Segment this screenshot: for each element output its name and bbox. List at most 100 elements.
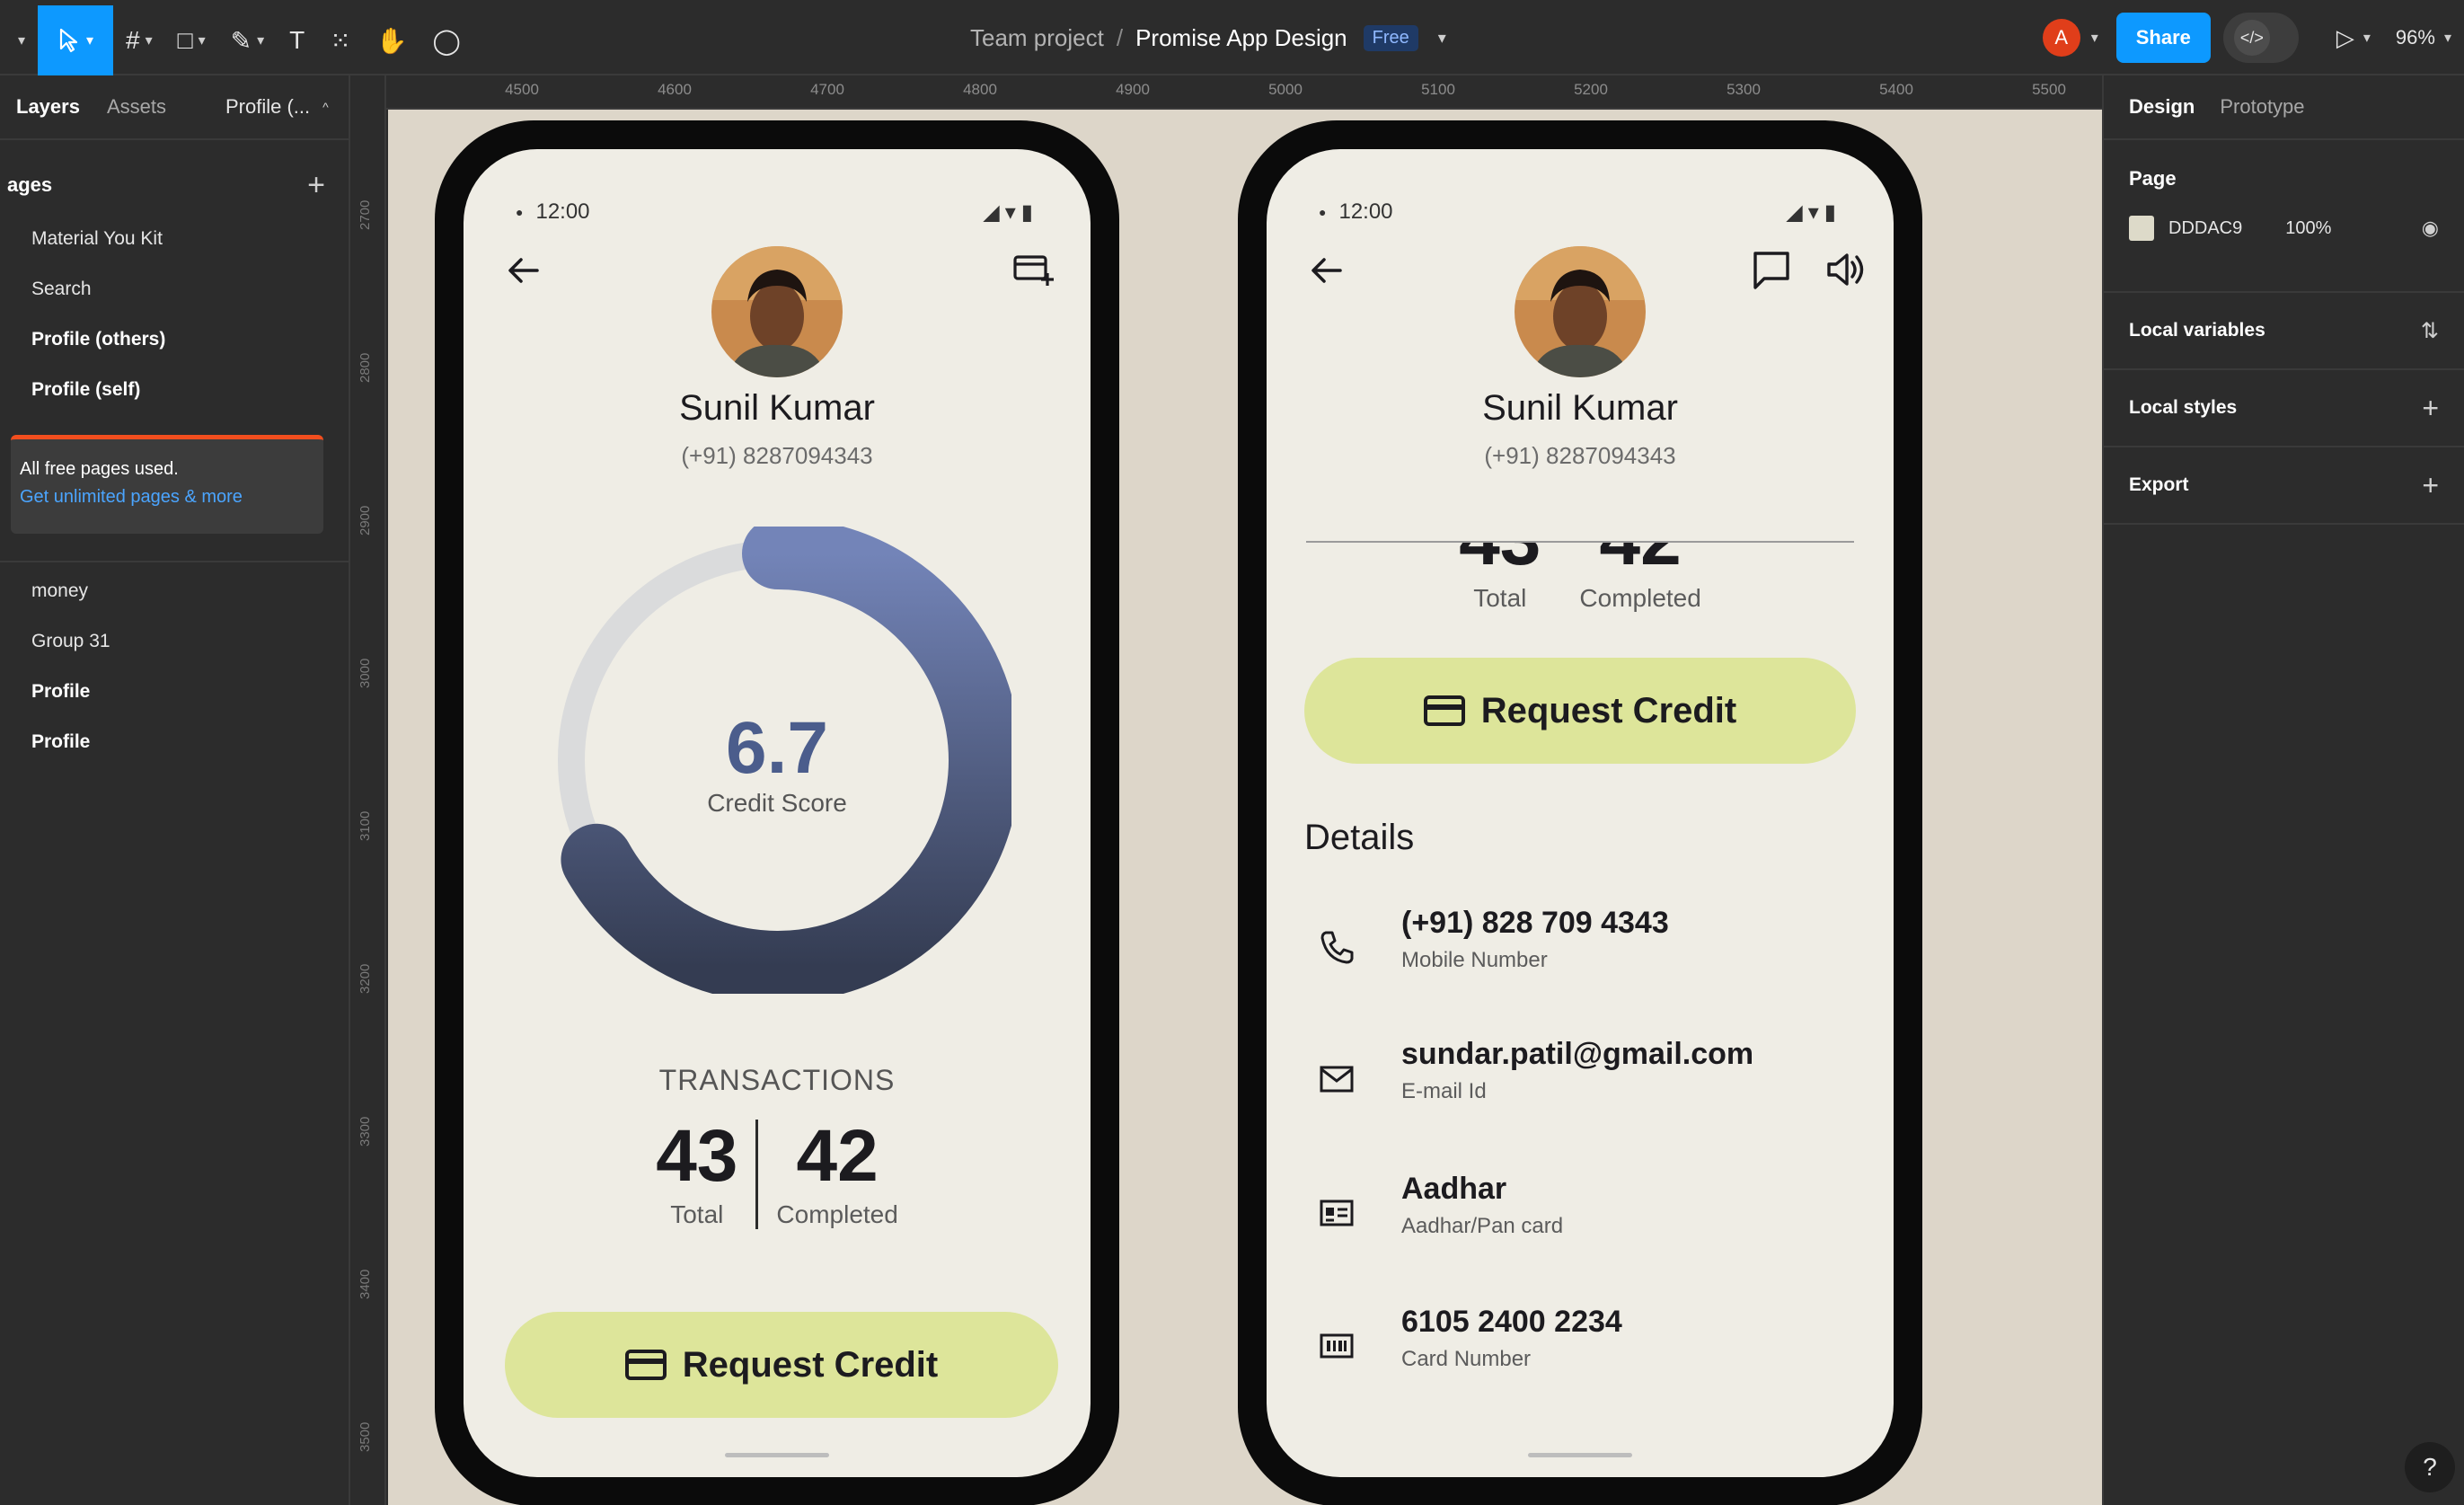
variables-settings-icon[interactable]: ⇅	[2421, 318, 2439, 344]
credit-score-label: Credit Score	[707, 789, 847, 817]
request-credit-label: Request Credit	[682, 1344, 939, 1385]
ruler-tick: 5000	[1268, 81, 1303, 98]
zoom-caret-icon[interactable]: ▾	[2444, 29, 2451, 47]
help-button[interactable]: ?	[2405, 1442, 2455, 1492]
request-credit-button[interactable]: Request Credit	[1304, 658, 1856, 764]
breadcrumb-team[interactable]: Team project	[970, 24, 1104, 52]
back-arrow-icon[interactable]	[501, 248, 546, 293]
layer-item[interactable]: money	[0, 566, 349, 616]
add-card-icon[interactable]	[1010, 246, 1056, 293]
ruler-tick: 5200	[1574, 81, 1608, 98]
shape-tool[interactable]: □ ▾	[165, 5, 218, 75]
credit-card-icon	[624, 1350, 667, 1380]
zoom-level[interactable]: 96%	[2396, 26, 2435, 49]
detail-value: 6105 2400 2234	[1401, 1305, 1622, 1339]
export-section[interactable]: Export +	[2104, 447, 2464, 525]
chevron-up-icon[interactable]: ^	[322, 100, 329, 114]
detail-value: sundar.patil@gmail.com	[1401, 1037, 1754, 1071]
page-color-hex[interactable]: DDDAC9	[2168, 218, 2242, 239]
detail-row-card[interactable]: 6105 2400 2234 Card Number	[1304, 1305, 1856, 1385]
file-menu-caret-icon[interactable]: ▾	[1438, 29, 1446, 48]
design-canvas[interactable]: ● 12:00 ◢▾▮ Sunil Kumar (+91) 8287094343	[388, 110, 2102, 1505]
page-fill-row[interactable]: DDDAC9 100% ◉	[2129, 216, 2439, 241]
tab-layers[interactable]: Layers	[16, 95, 80, 119]
layer-item[interactable]: Group 31	[0, 616, 349, 667]
detail-text: (+91) 828 709 4343 Mobile Number	[1401, 906, 1669, 973]
dev-mode-toggle[interactable]: </>	[2222, 13, 2299, 63]
comment-tool[interactable]: ◯	[420, 5, 473, 75]
pen-tool[interactable]: ✎ ▾	[218, 5, 278, 75]
resources-tool[interactable]: ⁙	[317, 5, 363, 75]
stat-total: 43 Total	[656, 1120, 737, 1229]
scroll-divider	[1306, 541, 1854, 543]
add-export-icon[interactable]: +	[2422, 469, 2439, 502]
rectangle-icon: □	[177, 26, 193, 54]
breadcrumb: Team project / Promise App Design Free ▾	[970, 0, 1446, 75]
chat-icon[interactable]	[1748, 246, 1795, 293]
phone-screen: ● 12:00 ◢▾▮ Sunil Kumar (+91) 8287094343…	[1267, 149, 1894, 1477]
hand-tool[interactable]: ✋	[364, 5, 420, 75]
add-page-icon[interactable]: +	[307, 168, 325, 203]
file-name[interactable]: Promise App Design	[1135, 24, 1347, 52]
tab-design[interactable]: Design	[2129, 95, 2195, 119]
local-variables-section[interactable]: Local variables ⇅	[2104, 293, 2464, 370]
local-styles-label: Local styles	[2129, 397, 2238, 418]
layer-item[interactable]: Profile	[0, 667, 349, 717]
request-credit-label: Request Credit	[1480, 690, 1737, 730]
status-dot-icon: ●	[516, 205, 524, 219]
current-page-selector[interactable]: Profile (...	[225, 95, 310, 119]
add-style-icon[interactable]: +	[2422, 392, 2439, 425]
main-menu-caret[interactable]: ▾	[0, 5, 38, 75]
layer-item[interactable]: Profile	[0, 717, 349, 767]
status-time: 12:00	[535, 199, 590, 224]
page-item[interactable]: Search	[0, 264, 349, 314]
speaker-icon[interactable]	[1822, 246, 1868, 293]
tab-prototype[interactable]: Prototype	[2220, 95, 2304, 119]
left-panel-tabs: Layers Assets Profile (... ^	[0, 75, 349, 140]
tab-assets[interactable]: Assets	[107, 95, 166, 119]
detail-row-mobile[interactable]: (+91) 828 709 4343 Mobile Number	[1304, 906, 1856, 987]
ruler-tick: 2900	[358, 505, 373, 536]
present-caret-icon[interactable]: ▾	[2363, 29, 2371, 47]
chevron-down-icon[interactable]: ▾	[2091, 29, 2098, 47]
page-item[interactable]: Profile (self)	[0, 365, 349, 415]
local-styles-section[interactable]: Local styles +	[2104, 370, 2464, 447]
detail-row-aadhar[interactable]: Aadhar Aadhar/Pan card	[1304, 1172, 1856, 1253]
home-indicator	[725, 1453, 829, 1457]
ruler-tick: 3500	[358, 1421, 373, 1452]
page-item[interactable]: Material You Kit	[0, 214, 349, 264]
present-icon[interactable]: ▷	[2336, 24, 2354, 52]
text-tool[interactable]: T	[277, 5, 317, 75]
transaction-stats: 43 Total 42 Completed	[464, 1120, 1091, 1229]
stat-completed-label: Completed	[776, 1200, 898, 1228]
phone-frame-credit[interactable]: ● 12:00 ◢▾▮ Sunil Kumar (+91) 8287094343	[435, 120, 1119, 1505]
detail-row-email[interactable]: sundar.patil@gmail.com E-mail Id	[1304, 1037, 1856, 1118]
upsell-link[interactable]: Get unlimited pages & more	[20, 487, 314, 508]
left-panel: Layers Assets Profile (... ^ ages + Mate…	[0, 75, 350, 1505]
detail-label: Aadhar/Pan card	[1401, 1214, 1564, 1238]
right-panel-tabs: Design Prototype	[2104, 75, 2464, 140]
frame-tool[interactable]: # ▾	[113, 5, 165, 75]
scroll-mask	[1267, 514, 1894, 543]
user-avatar[interactable]: A	[2042, 19, 2080, 57]
ruler-tick: 4800	[963, 81, 997, 98]
page-item[interactable]: Profile (others)	[0, 314, 349, 365]
ruler-tick: 4600	[658, 81, 692, 98]
components-icon: ⁙	[330, 26, 351, 55]
eye-icon[interactable]: ◉	[2422, 217, 2439, 240]
frame-icon: #	[126, 26, 140, 54]
ruler-tick: 5100	[1421, 81, 1455, 98]
share-button[interactable]: Share	[2115, 13, 2211, 63]
page-opacity[interactable]: 100%	[2285, 218, 2331, 239]
request-credit-button[interactable]: Request Credit	[505, 1312, 1058, 1418]
color-swatch[interactable]	[2129, 216, 2154, 241]
move-tool[interactable]: ▾	[38, 5, 114, 75]
ruler-tick: 3100	[358, 810, 373, 841]
phone-screen: ● 12:00 ◢▾▮ Sunil Kumar (+91) 8287094343	[464, 149, 1091, 1477]
phone-frame-details[interactable]: ● 12:00 ◢▾▮ Sunil Kumar (+91) 8287094343…	[1238, 120, 1922, 1505]
stat-completed-value: 42	[796, 1115, 879, 1197]
ruler-tick: 3000	[358, 658, 373, 688]
layers-list: money Group 31 Profile Profile	[0, 562, 349, 767]
export-label: Export	[2129, 474, 2189, 495]
back-arrow-icon[interactable]	[1304, 248, 1349, 293]
